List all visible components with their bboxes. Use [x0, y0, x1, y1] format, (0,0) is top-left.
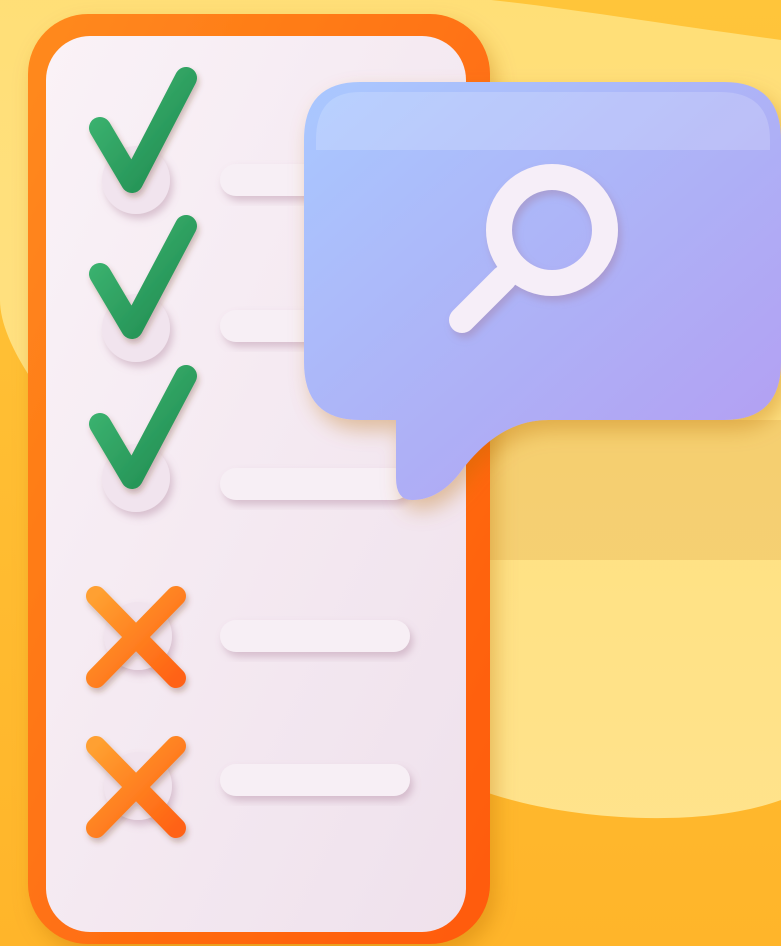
- row-line-placeholder: [220, 620, 410, 652]
- background-shadow-band: [470, 420, 781, 560]
- row-line-placeholder: [220, 764, 410, 796]
- illustration-canvas: [0, 0, 781, 946]
- speech-bubble-highlight: [316, 92, 770, 150]
- checklist-search-illustration: [0, 0, 781, 946]
- row-line-placeholder: [220, 468, 410, 500]
